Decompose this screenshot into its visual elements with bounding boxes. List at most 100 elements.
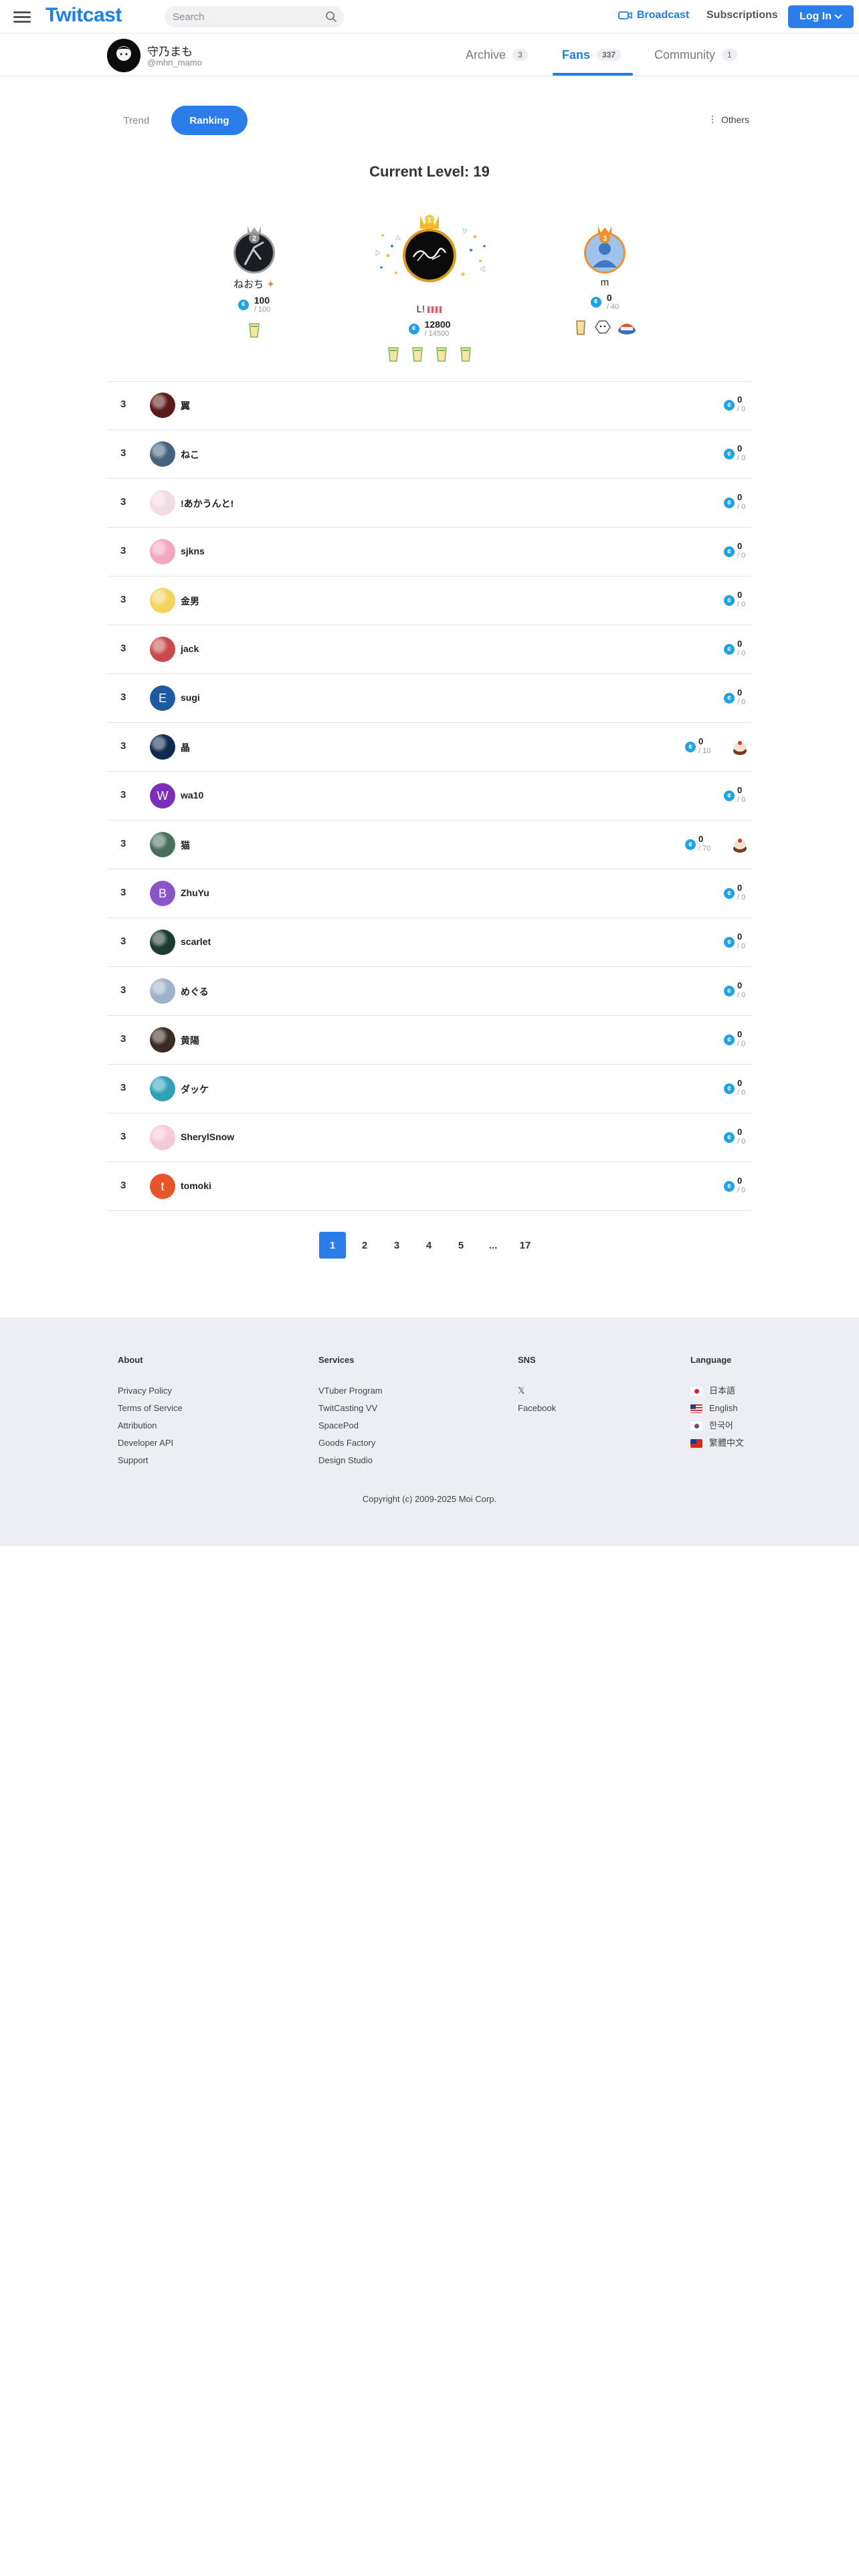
podium-third[interactable]: 3 m ¢ 0/ 40 — [538, 214, 672, 336]
lang-korean[interactable]: 한국어 — [690, 1417, 744, 1434]
tab-fans[interactable]: Fans 337 — [562, 33, 622, 76]
fan-avatar[interactable] — [150, 539, 175, 564]
fan-name[interactable]: scarlet — [181, 936, 211, 947]
privacy-policy-link[interactable]: Privacy Policy — [118, 1382, 183, 1400]
ranking-row[interactable]: 3 !あかうんと! ¢ 0 / 0 — [107, 479, 752, 528]
fan-name[interactable]: 晶 — [181, 741, 190, 754]
page-3-button[interactable]: 3 — [383, 1232, 410, 1259]
fan-name[interactable]: SherylSnow — [181, 1132, 234, 1142]
attribution-link[interactable]: Attribution — [118, 1417, 183, 1434]
fan-name[interactable]: ダッケ — [181, 1083, 209, 1096]
fan-avatar[interactable] — [150, 734, 175, 760]
fan-name[interactable]: 翼 — [181, 399, 190, 413]
rank-number: 3 — [120, 594, 126, 605]
lang-english[interactable]: English — [690, 1400, 744, 1417]
search-box[interactable] — [165, 6, 344, 27]
podium-first[interactable]: 1 L! ¢ 12800/ 14500 — [363, 214, 496, 362]
ranking-row[interactable]: 3 E sugi ¢ 0 / 0 — [107, 674, 752, 723]
ranking-row[interactable]: 3 猫 ¢ 0 / 70 — [107, 821, 752, 869]
fan-name[interactable]: めぐる — [181, 985, 209, 998]
ranking-row[interactable]: 3 金男 ¢ 0 / 0 — [107, 576, 752, 625]
x-link[interactable]: 𝕏 — [518, 1382, 556, 1400]
podium-second[interactable]: 2 ねおち ✦ ¢ 100/ 100 — [187, 214, 321, 338]
cup-item-icon — [576, 320, 585, 335]
goods-factory-link[interactable]: Goods Factory — [318, 1434, 383, 1452]
fan-name[interactable]: 猫 — [181, 839, 190, 852]
page-5-button[interactable]: 5 — [448, 1232, 474, 1259]
menu-icon[interactable] — [13, 9, 31, 25]
fan-avatar[interactable] — [150, 930, 175, 955]
vtuber-program-link[interactable]: VTuber Program — [318, 1382, 383, 1400]
ranking-row[interactable]: 3 scarlet ¢ 0 / 0 — [107, 918, 752, 967]
coin-icon: ¢ — [685, 839, 696, 850]
ranking-row[interactable]: 3 翼 ¢ 0 / 0 — [107, 381, 752, 430]
ranking-row[interactable]: 3 B ZhuYu ¢ 0 / 0 — [107, 869, 752, 918]
fan-name[interactable]: wa10 — [181, 790, 203, 800]
login-button[interactable]: Log In — [788, 5, 854, 28]
subscriptions-link[interactable]: Subscriptions — [706, 9, 778, 21]
logo[interactable]: Twitcast — [45, 4, 122, 27]
fan-avatar[interactable] — [150, 1125, 175, 1150]
design-studio-link[interactable]: Design Studio — [318, 1452, 383, 1469]
search-input[interactable] — [173, 6, 320, 27]
fan-name[interactable]: ねこ — [181, 448, 199, 461]
ranking-row[interactable]: 3 黄陽 ¢ 0 / 0 — [107, 1016, 752, 1065]
tab-community[interactable]: Community 1 — [654, 33, 737, 76]
fan-avatar[interactable]: E — [150, 685, 175, 711]
camera-icon — [618, 11, 632, 19]
streamer-avatar[interactable] — [107, 39, 140, 72]
others-menu[interactable]: ⋮ Others — [708, 114, 749, 125]
page-1-button[interactable]: 1 — [319, 1232, 346, 1259]
fan-avatar[interactable]: t — [150, 1174, 175, 1199]
fan-name[interactable]: tomoki — [181, 1180, 211, 1191]
fan-name[interactable]: jack — [181, 643, 199, 654]
fan-name[interactable]: !あかうんと! — [181, 497, 233, 510]
fan-name[interactable]: ZhuYu — [181, 887, 209, 898]
ranking-row[interactable]: 3 ダッケ ¢ 0 / 0 — [107, 1065, 752, 1113]
ranking-toggle[interactable]: Ranking — [171, 106, 248, 135]
ranking-row[interactable]: 3 ねこ ¢ 0 / 0 — [107, 430, 752, 479]
streamer-name[interactable]: 守乃まも — [147, 42, 193, 59]
fan-name[interactable]: sugi — [181, 692, 200, 703]
ranking-row[interactable]: 3 t tomoki ¢ 0 / 0 — [107, 1162, 752, 1211]
ranking-row[interactable]: 3 めぐる ¢ 0 / 0 — [107, 967, 752, 1016]
fan-name[interactable]: 金男 — [181, 595, 199, 608]
fan-avatar[interactable] — [150, 1076, 175, 1101]
lang-traditional-chinese[interactable]: 繁體中文 — [690, 1434, 744, 1452]
page-17-button[interactable]: 17 — [512, 1232, 539, 1259]
ranking-row[interactable]: 3 SherylSnow ¢ 0 / 0 — [107, 1113, 752, 1162]
fan-avatar[interactable] — [150, 490, 175, 516]
broadcast-button[interactable]: Broadcast — [618, 9, 689, 21]
ranking-row[interactable]: 3 晶 ¢ 0 / 10 — [107, 723, 752, 772]
fan-avatar[interactable] — [150, 832, 175, 857]
twitcasting-vv-link[interactable]: TwitCasting VV — [318, 1400, 383, 1417]
support-link[interactable]: Support — [118, 1452, 183, 1469]
search-icon[interactable] — [325, 11, 337, 23]
fan-avatar[interactable] — [150, 978, 175, 1004]
coin-icon: ¢ — [724, 1083, 735, 1094]
ranking-row[interactable]: 3 sjkns ¢ 0 / 0 — [107, 528, 752, 576]
page-2-button[interactable]: 2 — [351, 1232, 378, 1259]
facebook-link[interactable]: Facebook — [518, 1400, 556, 1417]
rank-number: 3 — [120, 740, 126, 752]
trend-toggle[interactable]: Trend — [110, 106, 163, 135]
fan-avatar[interactable] — [150, 637, 175, 662]
fan-avatar[interactable]: W — [150, 783, 175, 809]
page-4-button[interactable]: 4 — [415, 1232, 442, 1259]
developer-api-link[interactable]: Developer API — [118, 1434, 183, 1452]
fan-name[interactable]: sjkns — [181, 546, 205, 556]
fan-avatar[interactable] — [150, 588, 175, 613]
ranking-row[interactable]: 3 W wa10 ¢ 0 / 0 — [107, 772, 752, 821]
fan-avatar[interactable] — [150, 1027, 175, 1053]
lang-japanese[interactable]: 日本語 — [690, 1382, 744, 1400]
fan-avatar[interactable] — [150, 441, 175, 467]
fan-avatar[interactable] — [150, 393, 175, 418]
fan-name[interactable]: 黄陽 — [181, 1034, 199, 1047]
podium-third-name: m — [600, 277, 609, 288]
fan-avatar[interactable]: B — [150, 881, 175, 906]
rank-number: 3 — [120, 984, 126, 996]
terms-of-service-link[interactable]: Terms of Service — [118, 1400, 183, 1417]
tab-archive[interactable]: Archive 3 — [466, 33, 528, 76]
spacepod-link[interactable]: SpacePod — [318, 1417, 383, 1434]
ranking-row[interactable]: 3 jack ¢ 0 / 0 — [107, 625, 752, 674]
